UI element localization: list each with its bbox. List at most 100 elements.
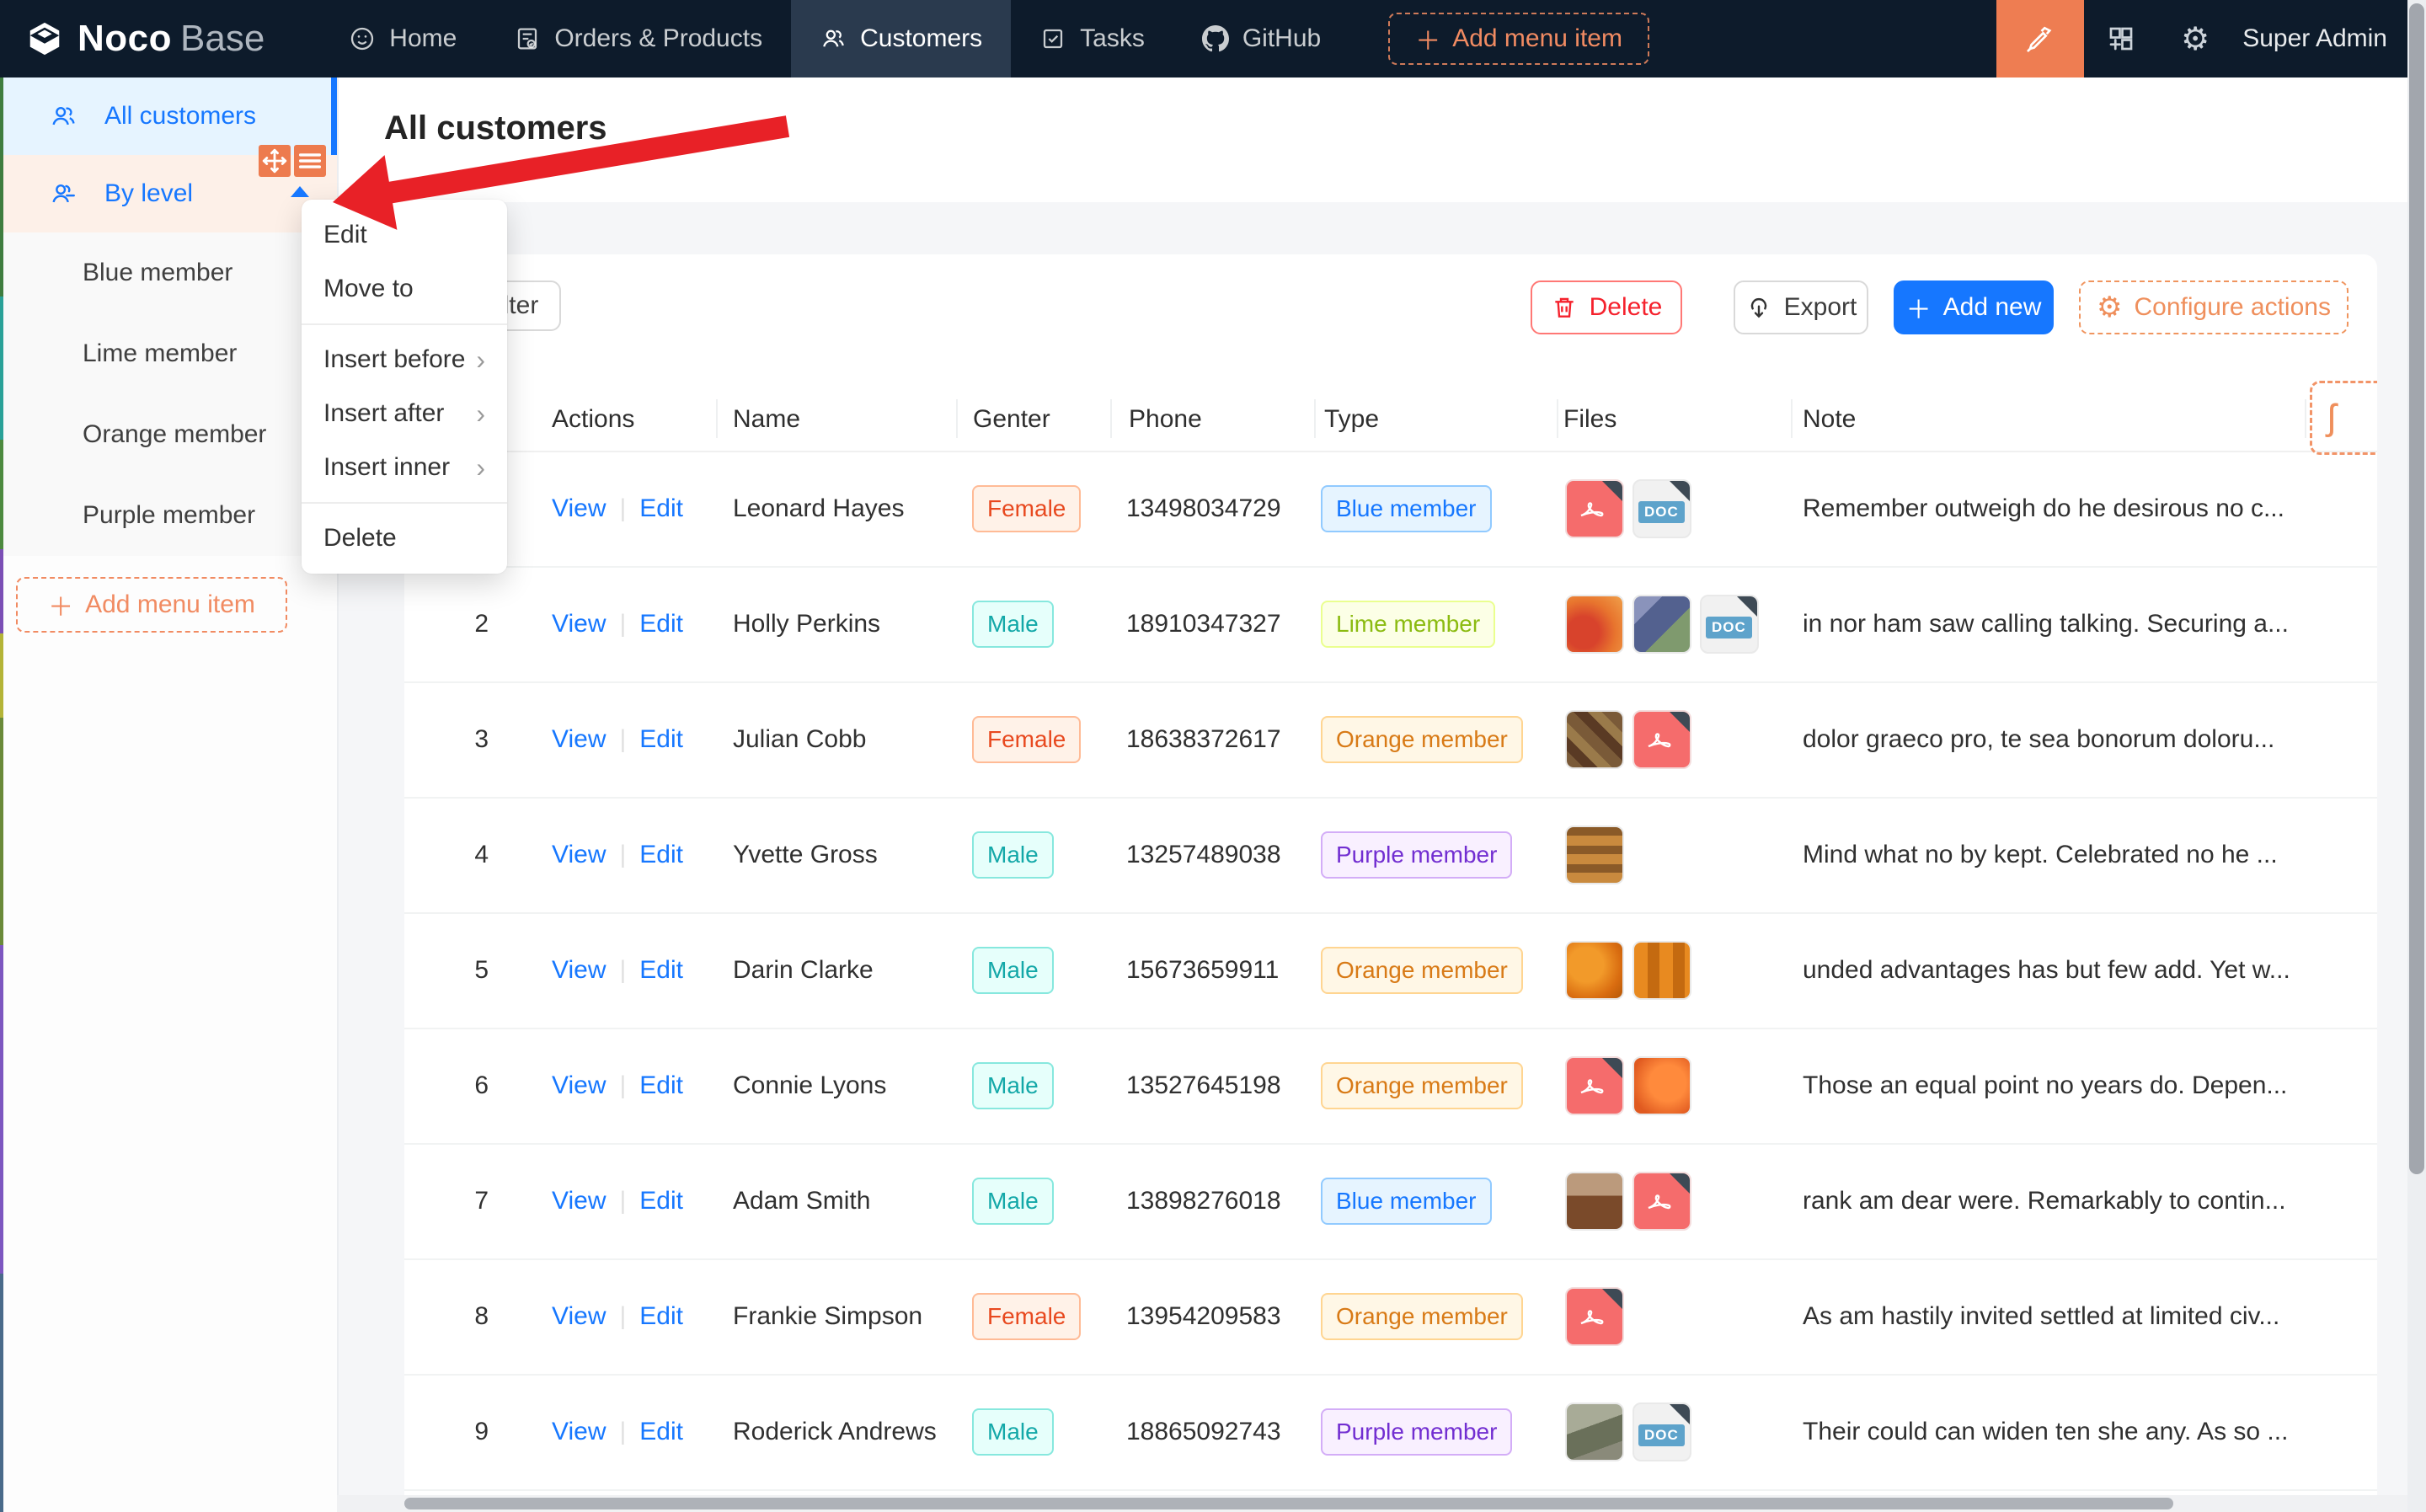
column-header-name[interactable]: Name	[733, 387, 800, 451]
delete-button[interactable]: Delete	[1531, 280, 1682, 334]
configure-columns-button[interactable]: ʃ	[2310, 381, 2377, 455]
type-cell: Orange member	[1321, 1028, 1523, 1143]
pdf-file-icon[interactable]	[1632, 1172, 1691, 1231]
edit-link[interactable]: Edit	[639, 1302, 683, 1331]
horizontal-scrollbar-thumb[interactable]	[404, 1498, 2173, 1509]
sidebar-sub-item-purple-member[interactable]: Purple member	[0, 475, 337, 556]
column-header-phone[interactable]: Phone	[1129, 387, 1202, 451]
phone-number: 15673659911	[1126, 912, 1279, 1028]
configure-actions-button[interactable]: ⚙ Configure actions	[2079, 280, 2349, 334]
column-header-type[interactable]: Type	[1324, 387, 1379, 451]
menu-item-move-to[interactable]: Move to	[302, 262, 507, 316]
files-cell	[1565, 1143, 1691, 1258]
user-menu[interactable]: Super Admin	[2232, 24, 2426, 53]
view-link[interactable]: View	[552, 725, 606, 754]
edit-link[interactable]: Edit	[639, 1418, 683, 1446]
brand-logo[interactable]: Noco Base	[0, 18, 295, 60]
pdf-file-icon[interactable]	[1565, 1287, 1624, 1346]
menu-item-insert-before[interactable]: Insert before›	[302, 333, 507, 387]
menu-item-edit[interactable]: Edit	[302, 208, 507, 262]
image-coffee-thumbnail[interactable]	[1565, 1172, 1624, 1231]
view-link[interactable]: View	[552, 956, 606, 985]
image-grapes-thumbnail[interactable]	[1632, 595, 1691, 654]
menu-item-insert-after[interactable]: Insert after›	[302, 387, 507, 441]
nav-item-label: Customers	[860, 24, 982, 53]
edit-link[interactable]: Edit	[639, 1071, 683, 1100]
desktop-edge-strip	[0, 77, 3, 1512]
vertical-scrollbar[interactable]	[2407, 0, 2426, 1512]
sidebar-add-menu-item-button[interactable]: ＋ Add menu item	[16, 577, 287, 633]
settings-button[interactable]: ⚙	[2158, 0, 2232, 77]
sidebar-sub-item-orange-member[interactable]: Orange member	[0, 394, 337, 475]
add-new-button[interactable]: ＋ Add new	[1894, 280, 2054, 334]
sidebar-item-all-customers[interactable]: All customers	[0, 77, 337, 155]
navbar-add-menu-item-button[interactable]: ＋ Add menu item	[1388, 13, 1649, 65]
gender-tag: Male	[972, 601, 1054, 648]
nav-item-home[interactable]: Home	[320, 0, 485, 77]
image-orange-fruit-thumbnail[interactable]	[1632, 1056, 1691, 1115]
doc-file-icon[interactable]: DOC	[1632, 1402, 1691, 1461]
image-food-thumbnail[interactable]	[1565, 710, 1624, 769]
doc-file-icon[interactable]: DOC	[1632, 479, 1691, 538]
image-oranges-crate-thumbnail[interactable]	[1632, 941, 1691, 1000]
column-header-note[interactable]: Note	[1803, 387, 1856, 451]
view-link[interactable]: View	[552, 1187, 606, 1215]
image-cookies-thumbnail[interactable]	[1565, 825, 1624, 884]
type-cell: Orange member	[1321, 681, 1523, 797]
member-type-tag: Orange member	[1321, 947, 1523, 994]
files-cell	[1565, 912, 1691, 1028]
nav-item-github[interactable]: GitHub	[1173, 0, 1349, 77]
nav-item-label: Home	[389, 24, 457, 53]
gender-cell: Male	[972, 566, 1054, 681]
view-link[interactable]: View	[552, 494, 606, 523]
ui-editor-button[interactable]	[1996, 0, 2084, 77]
sidebar-item-by-level[interactable]: By level	[0, 155, 337, 232]
image-fruit-thumbnail[interactable]	[1565, 595, 1624, 654]
sidebar-sub-item-lime-member[interactable]: Lime member	[0, 313, 337, 394]
export-button[interactable]: Export	[1734, 280, 1868, 334]
files-cell: DOC	[1565, 1374, 1691, 1489]
menu-designer-icon[interactable]	[294, 145, 326, 177]
edit-link[interactable]: Edit	[639, 841, 683, 869]
nav-item-orders-products[interactable]: Orders & Products	[485, 0, 791, 77]
drag-move-icon[interactable]	[259, 145, 291, 177]
chevron-right-icon: ›	[476, 345, 485, 376]
horizontal-scrollbar[interactable]	[337, 1495, 2407, 1512]
plugin-manager-button[interactable]	[2084, 0, 2158, 77]
note-text: Their could can widen ten she any. As so…	[1803, 1374, 2325, 1489]
table-row: 1View|EditLeonard HayesFemale13498034729…	[404, 451, 2377, 568]
menu-item-insert-inner[interactable]: Insert inner›	[302, 441, 507, 494]
sidebar-sub-item-blue-member[interactable]: Blue member	[0, 232, 337, 313]
pdf-file-icon[interactable]	[1632, 710, 1691, 769]
pdf-file-icon[interactable]	[1565, 479, 1624, 538]
image-cafe-thumbnail[interactable]	[1565, 1402, 1624, 1461]
files-cell: DOC	[1565, 451, 1691, 566]
edit-link[interactable]: Edit	[639, 494, 683, 523]
edit-link[interactable]: Edit	[639, 610, 683, 638]
column-header-gender[interactable]: Genter	[973, 387, 1050, 451]
view-link[interactable]: View	[552, 1418, 606, 1446]
edit-link[interactable]: Edit	[639, 725, 683, 754]
add-new-button-label: Add new	[1943, 293, 2042, 322]
nav-item-customers[interactable]: Customers	[791, 0, 1011, 77]
view-link[interactable]: View	[552, 1071, 606, 1100]
menu-item-delete[interactable]: Delete	[302, 511, 507, 565]
vertical-scrollbar-thumb[interactable]	[2409, 3, 2424, 1174]
column-header-actions[interactable]: Actions	[552, 387, 634, 451]
column-header-files[interactable]: Files	[1563, 387, 1616, 451]
edit-link[interactable]: Edit	[639, 1187, 683, 1215]
view-link[interactable]: View	[552, 841, 606, 869]
customer-name: Yvette Gross	[733, 797, 878, 912]
doc-file-icon[interactable]: DOC	[1700, 595, 1759, 654]
nav-item-tasks[interactable]: Tasks	[1011, 0, 1173, 77]
menu-divider	[302, 323, 507, 325]
edit-link[interactable]: Edit	[639, 956, 683, 985]
view-link[interactable]: View	[552, 610, 606, 638]
type-cell: Orange member	[1321, 912, 1523, 1028]
image-oranges-thumbnail[interactable]	[1565, 941, 1624, 1000]
phone-number: 13257489038	[1126, 797, 1281, 912]
pdf-file-icon[interactable]	[1565, 1056, 1624, 1115]
row-actions: View|Edit	[552, 912, 683, 1028]
gender-tag: Female	[972, 485, 1081, 532]
view-link[interactable]: View	[552, 1302, 606, 1331]
